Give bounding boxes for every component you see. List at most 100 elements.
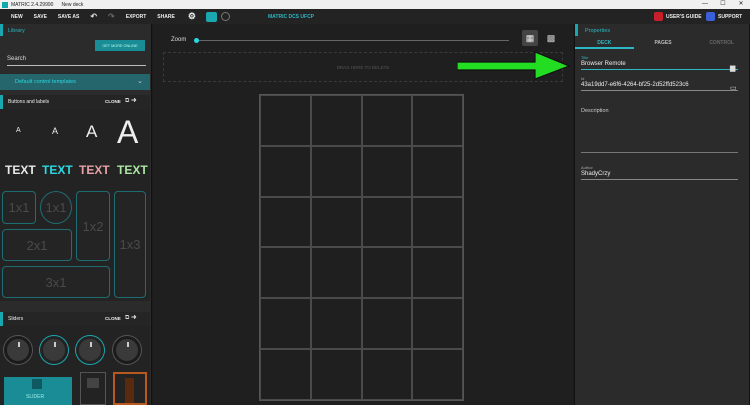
grid-cell[interactable] [310, 95, 362, 146]
undo-icon[interactable]: ↶ [90, 12, 97, 21]
grid-cell[interactable] [412, 298, 463, 350]
grid-cell[interactable] [260, 298, 311, 350]
buttons-labels-section: Buttons and labels CLONE ⧉ ➜ [0, 95, 150, 109]
buttons-palette: A A A A TEXT TEXT TEXT TEXT 1x1 1x1 1x2 … [0, 109, 150, 301]
grid-cell[interactable] [361, 298, 413, 350]
grid-cell[interactable] [310, 196, 362, 248]
grid-cell[interactable] [361, 145, 413, 197]
grid-cell[interactable] [361, 349, 413, 400]
tile-1x1-round[interactable]: 1x1 [40, 191, 72, 224]
grid-cell[interactable] [412, 196, 463, 248]
grid-cell[interactable] [361, 196, 413, 248]
tab-control[interactable]: CONTROL [692, 37, 750, 49]
label-tiny[interactable]: A [16, 127, 21, 134]
author-field[interactable]: Author ShadyCrzy [581, 165, 738, 180]
grid-cell[interactable] [412, 247, 463, 299]
section-accent [0, 312, 3, 326]
section-label: Sliders [8, 316, 24, 322]
export-button[interactable]: EXPORT [126, 14, 147, 20]
share-button[interactable]: SHARE [157, 14, 175, 20]
description-field[interactable]: Description [581, 108, 738, 153]
slider-label: SLIDER [26, 394, 45, 400]
id-value[interactable]: 43a19dd7-e6f6-4264-bf25-2d52ffd523c6 [581, 82, 738, 88]
support-button[interactable]: SUPPORT [706, 12, 742, 21]
tile-2x1[interactable]: 2x1 [2, 229, 72, 261]
tile-1x1[interactable]: 1x1 [2, 191, 36, 224]
tab-pages[interactable]: PAGES [634, 37, 693, 49]
deck-grid[interactable] [259, 94, 464, 401]
grid-cell[interactable] [310, 298, 362, 350]
grid-cell[interactable] [412, 95, 463, 146]
zoom-slider-thumb[interactable] [194, 38, 199, 43]
users-guide-button[interactable]: USER'S GUIDE [654, 12, 702, 21]
grid-cell[interactable] [361, 95, 413, 146]
editor-mode-icon[interactable] [205, 11, 217, 22]
grid-cell[interactable] [260, 349, 311, 400]
redo-icon[interactable]: ↷ [108, 12, 115, 21]
tile-1x2[interactable]: 1x2 [76, 191, 110, 261]
grid-cell[interactable] [260, 247, 311, 299]
title-label: Title [581, 55, 589, 60]
close-button[interactable]: ✕ [732, 0, 750, 9]
tile-3x1[interactable]: 3x1 [2, 266, 110, 298]
support-label: SUPPORT [718, 13, 743, 20]
knob-control-active[interactable] [40, 336, 68, 364]
folder-icon[interactable]: ▆ [730, 64, 735, 72]
text-green[interactable]: TEXT [117, 163, 148, 177]
get-more-online-button[interactable]: GET MORE ONLINE [95, 40, 145, 51]
clone-button[interactable]: CLONE [105, 316, 121, 321]
field-underline [581, 90, 738, 91]
tab-deck[interactable]: DECK [575, 37, 634, 49]
discord-icon [706, 12, 715, 21]
grid-cell[interactable] [260, 145, 311, 197]
deck-title: MATRIC DCS UFCP [268, 13, 315, 20]
knob-control-arc[interactable] [76, 336, 104, 364]
id-field[interactable]: Id 43a19dd7-e6f6-4264-bf25-2d52ffd523c6 [581, 76, 738, 91]
clone-icon[interactable]: ⧉ ➜ [125, 315, 137, 322]
grid-view-icon[interactable]: ▦ [522, 30, 538, 46]
field-underline [581, 69, 738, 70]
maximize-button[interactable]: ☐ [714, 0, 732, 9]
slider-orange[interactable] [113, 372, 147, 405]
grid-cell[interactable] [260, 196, 311, 248]
minimize-button[interactable]: — [696, 0, 714, 9]
clipboard-icon[interactable]: ▭ [730, 84, 737, 92]
description-label: Description [581, 108, 609, 114]
default-control-templates[interactable]: Default control templates ⌄ [0, 74, 150, 90]
slider-horizontal[interactable]: SLIDER [4, 377, 72, 405]
grid-cell[interactable] [310, 349, 362, 400]
knob-control[interactable] [4, 336, 32, 364]
text-cyan[interactable]: TEXT [42, 163, 73, 177]
text-white[interactable]: TEXT [5, 163, 36, 177]
qr-code-icon[interactable]: ▩ [543, 30, 559, 46]
gear-icon[interactable]: ⚙ [188, 11, 196, 22]
grid-cell[interactable] [361, 247, 413, 299]
save-button[interactable]: SAVE [34, 14, 47, 20]
text-pink[interactable]: TEXT [79, 163, 110, 177]
library-panel: Library GET MORE ONLINE Search Default c… [0, 24, 152, 405]
label-medium[interactable]: A [86, 122, 97, 142]
chevron-down-icon[interactable]: ⌄ [137, 77, 143, 85]
label-small[interactable]: A [52, 126, 58, 136]
knob-control-dark[interactable] [113, 336, 141, 364]
title-field[interactable]: Title Browser Remote [581, 55, 738, 70]
clone-button[interactable]: CLONE [105, 99, 121, 104]
preview-mode-icon[interactable] [220, 12, 230, 21]
author-value[interactable]: ShadyCrzy [581, 171, 738, 177]
new-button[interactable]: NEW [11, 14, 23, 20]
grid-cell[interactable] [412, 349, 463, 400]
search-input[interactable]: Search [7, 56, 146, 66]
label-large[interactable]: A [117, 114, 138, 151]
save-as-button[interactable]: SAVE AS [58, 14, 79, 20]
grid-cell[interactable] [412, 145, 463, 197]
grid-cell[interactable] [310, 247, 362, 299]
slider-vertical[interactable] [80, 372, 106, 405]
grid-cell[interactable] [310, 145, 362, 197]
zoom-slider[interactable] [195, 40, 509, 41]
tile-1x3[interactable]: 1x3 [114, 191, 146, 298]
title-value[interactable]: Browser Remote [581, 61, 738, 67]
slider-thumb [32, 379, 42, 389]
clone-icon[interactable]: ⧉ ➜ [125, 98, 137, 105]
grid-cell[interactable] [260, 95, 311, 146]
slider-thumb [87, 378, 99, 388]
